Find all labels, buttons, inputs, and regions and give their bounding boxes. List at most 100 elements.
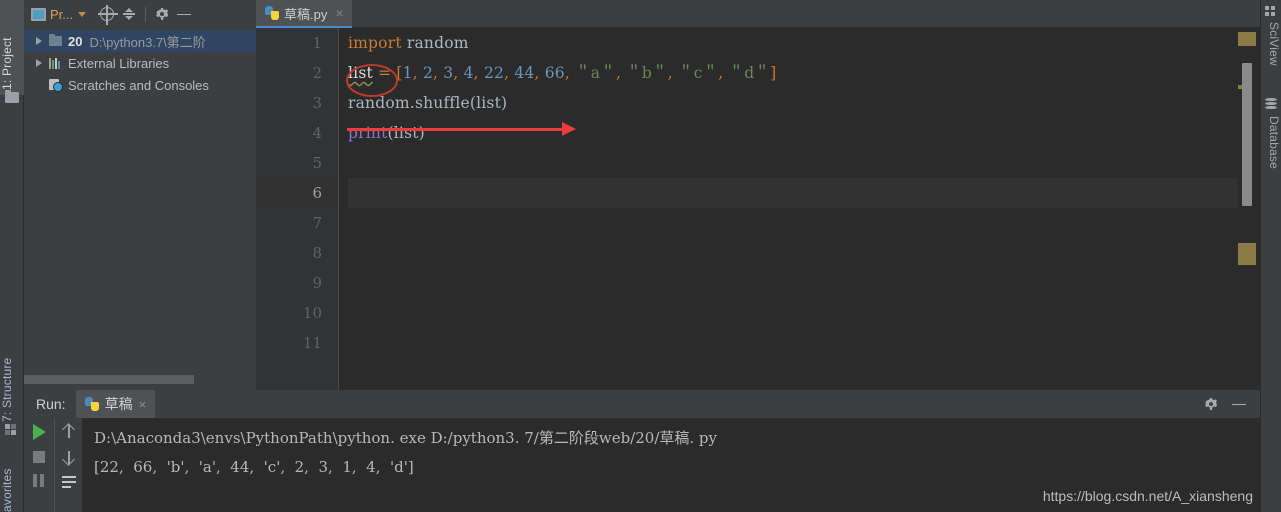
project-select-icon <box>31 7 46 21</box>
chevron-right-icon[interactable] <box>32 37 46 45</box>
line-number: 9 <box>312 274 322 292</box>
gear-icon[interactable] <box>1204 397 1218 411</box>
sidebar-item-sciview-label[interactable]: SciView <box>1260 22 1281 84</box>
code-line-4[interactable]: print(list) <box>348 118 1260 148</box>
code-lines[interactable]: import random list = [1, 2, 3, 4, 22, 44,… <box>339 28 1260 390</box>
code-token: 2 <box>422 64 434 82</box>
stop-icon[interactable] <box>33 451 45 463</box>
code-token: list <box>348 64 373 82</box>
tab-caogao-py[interactable]: 草稿.py × <box>256 0 352 28</box>
code-editor[interactable]: 1 2 3 4 5 6 7 8 9 10 11 import random lis… <box>256 28 1260 390</box>
locate-target-icon <box>98 5 119 25</box>
minimize-icon <box>177 7 192 21</box>
code-token: , <box>433 64 444 82</box>
console-output-line: [22, 66, 'b', 'a', 44, 'c', 2, 3, 1, 4, … <box>94 458 414 476</box>
scratches-icon <box>46 79 64 92</box>
pause-icon[interactable] <box>33 474 45 487</box>
code-token: , <box>718 64 729 82</box>
line-number: 1 <box>312 34 322 52</box>
sidebar-item-favorites-label[interactable]: avorites <box>0 448 24 512</box>
tree-row[interactable]: Scratches and Consoles <box>24 74 256 96</box>
left-tool-strip: 1: Project 7: Structure avorites <box>0 0 24 512</box>
code-line-2[interactable]: list = [1, 2, 3, 4, 22, 44, 66, ＂a＂, ＂b＂… <box>348 58 1260 88</box>
code-token: ＂b＂ <box>626 64 668 82</box>
sidebar-item-database-label[interactable]: Database <box>1260 116 1281 188</box>
project-horizontal-scrollbar[interactable] <box>24 375 256 384</box>
folder-icon <box>5 90 19 104</box>
scroll-down-icon[interactable] <box>62 450 75 465</box>
code-token: , <box>615 64 627 82</box>
code-token: 22 <box>483 64 505 82</box>
run-icon[interactable] <box>32 424 46 440</box>
run-actions-second <box>54 418 82 512</box>
code-token: ＂c＂ <box>678 64 719 82</box>
tab-label: 草稿.py <box>284 6 328 22</box>
code-line-3[interactable]: random.shuffle(list) <box>348 88 1260 118</box>
console-command-line: D:\Anaconda3\envs\PythonPath\python. exe… <box>94 429 717 447</box>
editor-scrollbar[interactable] <box>1238 28 1260 390</box>
project-view-selector[interactable]: Pr... <box>31 7 87 22</box>
code-line-6[interactable] <box>348 178 1260 208</box>
tree-row[interactable]: External Libraries <box>24 52 256 74</box>
code-token: 66 <box>544 64 565 82</box>
code-line-1[interactable]: import random <box>348 28 1260 58</box>
code-token: random <box>401 34 469 52</box>
tree-item-label: 20 <box>68 33 83 49</box>
locate-target-button[interactable] <box>96 3 119 25</box>
code-line-10[interactable] <box>348 298 1260 328</box>
scrollbar-thumb[interactable] <box>24 375 194 384</box>
code-token: = <box>378 64 392 82</box>
line-number: 4 <box>312 124 322 142</box>
tree-row[interactable]: 20 D:\python3.7\第二阶 <box>24 30 256 52</box>
code-line-8[interactable] <box>348 238 1260 268</box>
code-token: , <box>534 64 545 82</box>
scrollbar-thumb[interactable] <box>1242 63 1252 206</box>
line-number: 7 <box>312 214 322 232</box>
chevron-right-icon[interactable] <box>32 59 46 67</box>
settings-button[interactable] <box>151 3 173 25</box>
hide-panel-button[interactable] <box>173 3 195 25</box>
code-line-9[interactable] <box>348 268 1260 298</box>
run-tab-caogao[interactable]: 草稿 × <box>75 390 156 418</box>
scroll-up-icon[interactable] <box>62 424 75 439</box>
sidebar-item-project-label[interactable]: 1: Project <box>0 6 24 90</box>
pycharm-window: 1: Project 7: Structure avorites SciView… <box>0 0 1281 512</box>
tabbar-empty-space <box>351 0 1260 28</box>
code-token: (list) <box>387 124 425 142</box>
gear-icon <box>155 7 169 21</box>
run-panel-header: Run: 草稿 × <box>24 390 1260 418</box>
code-token: , <box>667 64 679 82</box>
code-token: 44 <box>514 64 535 82</box>
soft-wrap-icon[interactable] <box>61 476 76 489</box>
collapse-all-icon <box>122 7 136 21</box>
python-file-icon <box>265 6 279 20</box>
code-token: ＂a＂ <box>575 64 616 82</box>
code-line-11[interactable] <box>348 328 1260 358</box>
sciview-icon <box>1265 6 1276 17</box>
project-toolbar: Pr... <box>24 0 256 28</box>
run-panel-label: Run: <box>36 396 66 412</box>
collapse-all-button[interactable] <box>118 3 140 25</box>
code-token: 3 <box>443 64 454 82</box>
scrollbar-marker <box>1238 243 1256 265</box>
code-line-5[interactable] <box>348 148 1260 178</box>
code-token: shuffle <box>414 94 470 112</box>
project-tree: 20 D:\python3.7\第二阶 External Libraries S… <box>24 28 256 96</box>
line-number: 10 <box>302 304 322 322</box>
scrollbar-marker <box>1238 32 1256 46</box>
tree-item-path: D:\python3.7\第二阶 <box>89 34 206 50</box>
editor-area: 草稿.py × 1 2 3 4 5 6 7 8 9 10 11 import r… <box>256 0 1260 390</box>
close-icon[interactable]: × <box>139 397 147 412</box>
line-number-current: 6 <box>256 178 338 208</box>
sidebar-item-structure-label[interactable]: 7: Structure <box>0 330 24 422</box>
code-token: , <box>564 64 576 82</box>
project-panel: Pr... 20 D:\python3.7\第二阶 External Libra… <box>24 0 256 390</box>
minimize-icon[interactable] <box>1232 397 1246 411</box>
code-line-7[interactable] <box>348 208 1260 238</box>
line-number: 2 <box>312 64 322 82</box>
watermark-url: https://blog.csdn.net/A_xiansheng <box>1042 488 1253 504</box>
chevron-down-icon <box>78 11 87 17</box>
close-icon[interactable]: × <box>335 6 343 20</box>
run-actions-left <box>24 418 54 512</box>
code-token: print <box>348 124 388 142</box>
